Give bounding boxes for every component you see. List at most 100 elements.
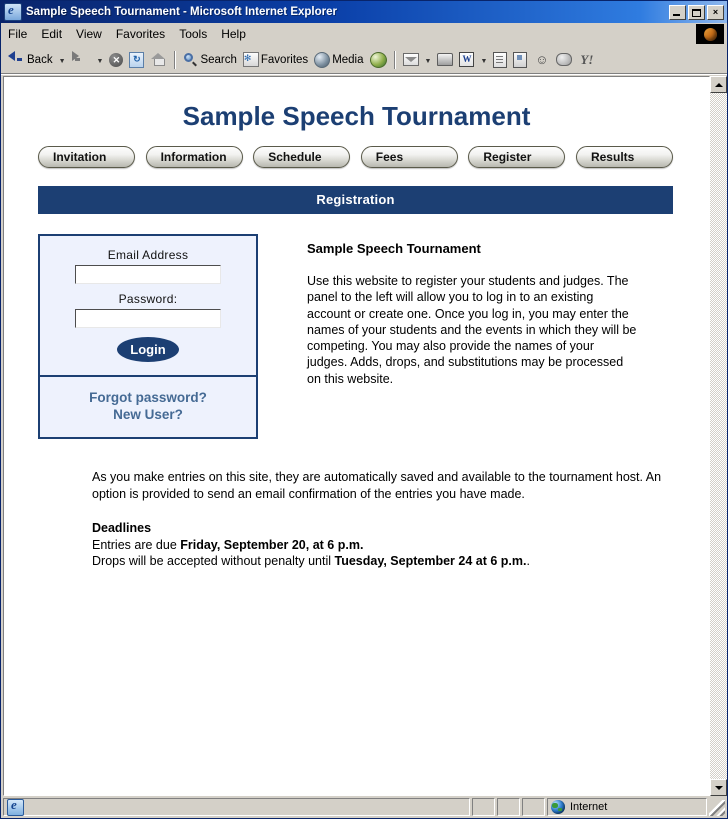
menu-bar: File Edit View Favorites Tools Help: [1, 23, 727, 46]
nav-label: Information: [160, 150, 227, 164]
scroll-down-button[interactable]: [710, 779, 727, 796]
search-button[interactable]: Search: [180, 49, 239, 71]
nav-button-results[interactable]: Results: [575, 146, 673, 168]
window-controls: ×: [669, 4, 725, 20]
menu-item-view[interactable]: View: [69, 25, 109, 43]
menu-item-tools[interactable]: Tools: [172, 25, 214, 43]
history-icon: [369, 51, 387, 68]
status-message-panel: [3, 797, 470, 816]
history-button[interactable]: [367, 49, 390, 71]
intro-body: Use this website to register your studen…: [307, 274, 637, 386]
ie-status-icon: [7, 797, 24, 816]
back-button-label: Back: [27, 53, 53, 66]
deadline-drops-suffix: .: [526, 554, 530, 568]
forgot-password-link[interactable]: Forgot password?: [40, 389, 256, 406]
nav-label: Register: [483, 150, 532, 164]
content-columns: Email Address Password: Login Forgot pas…: [4, 214, 709, 439]
edit-dropdown-chevron-down-icon[interactable]: ▼: [477, 58, 490, 65]
nav-label: Invitation: [53, 150, 107, 164]
email-label: Email Address: [107, 248, 189, 262]
section-banner: Registration: [38, 186, 673, 214]
back-arrow-icon: [8, 51, 25, 68]
status-bar: Internet: [1, 796, 727, 818]
home-button[interactable]: [147, 49, 170, 71]
favorites-star-icon: ✻: [242, 52, 259, 67]
menu-item-favorites[interactable]: Favorites: [109, 25, 172, 43]
vertical-scroll-track[interactable]: [710, 93, 727, 779]
nav-label: Fees: [375, 150, 404, 164]
deadline-drops-date: Tuesday, September 24 at 6 p.m.: [334, 554, 527, 568]
print-button[interactable]: [434, 49, 456, 71]
page-content-frame: Sample Speech Tournament Invitation Info…: [3, 76, 710, 796]
security-zone-panel: Internet: [547, 798, 707, 816]
email-input[interactable]: [75, 265, 221, 284]
forward-button[interactable]: [69, 49, 94, 71]
deadline-drops-prefix: Drops will be accepted without penalty u…: [92, 554, 335, 568]
nav-button-schedule[interactable]: Schedule: [253, 146, 351, 168]
status-panel-1: [472, 798, 495, 816]
window-title: Sample Speech Tournament - Microsoft Int…: [26, 6, 337, 18]
nav-button-information[interactable]: Information: [145, 146, 243, 168]
media-button-label: Media: [332, 53, 364, 66]
resize-grip[interactable]: [709, 800, 725, 816]
login-button[interactable]: Login: [117, 337, 179, 362]
media-button[interactable]: Media: [311, 49, 366, 71]
menu-item-edit[interactable]: Edit: [34, 25, 69, 43]
password-label: Password:: [118, 292, 178, 306]
research-button[interactable]: ☺: [530, 49, 553, 71]
nav-button-invitation[interactable]: Invitation: [38, 146, 135, 168]
menu-item-help[interactable]: Help: [214, 25, 253, 43]
search-icon: [183, 52, 198, 67]
menu-item-file[interactable]: File: [1, 25, 34, 43]
media-icon: [314, 51, 331, 68]
nav-button-register[interactable]: Register: [468, 146, 566, 168]
refresh-button[interactable]: ↻: [126, 49, 147, 71]
search-button-label: Search: [200, 53, 237, 66]
lower-content: As you make entries on this site, they a…: [4, 469, 709, 570]
edit-button[interactable]: [490, 49, 510, 71]
yahoo-button[interactable]: Y!: [575, 49, 598, 71]
login-links: Forgot password? New User?: [40, 377, 256, 437]
person-icon: ☺: [535, 52, 549, 67]
favorites-button-label: Favorites: [260, 53, 309, 66]
scroll-up-button[interactable]: [710, 76, 727, 93]
browser-viewport: Sample Speech Tournament Invitation Info…: [1, 74, 727, 796]
vertical-scrollbar[interactable]: [710, 76, 727, 796]
minimize-button[interactable]: [669, 4, 686, 20]
password-input[interactable]: [75, 309, 221, 328]
mail-icon: [402, 53, 419, 66]
mail-button[interactable]: [400, 49, 422, 71]
nav-button-fees[interactable]: Fees: [360, 146, 458, 168]
nav-label: Results: [590, 150, 635, 164]
close-button[interactable]: ×: [707, 4, 724, 20]
nav-label: Schedule: [268, 150, 322, 164]
forward-dropdown-chevron-down-icon[interactable]: ▼: [94, 58, 107, 65]
maximize-button[interactable]: [688, 4, 705, 20]
stop-button[interactable]: ✕: [106, 49, 126, 71]
edit-word-button[interactable]: W: [456, 49, 477, 71]
mail-dropdown-chevron-down-icon[interactable]: ▼: [422, 58, 435, 65]
edit-document-icon: [493, 51, 508, 68]
intro-column: Sample Speech Tournament Use this websit…: [258, 234, 673, 439]
intro-heading: Sample Speech Tournament: [307, 241, 481, 256]
site-navigation: Invitation Information Schedule Fees Reg…: [4, 146, 709, 168]
login-panel: Email Address Password: Login Forgot pas…: [38, 234, 258, 439]
browser-window: Sample Speech Tournament - Microsoft Int…: [0, 0, 728, 819]
home-icon: [150, 51, 167, 68]
back-button[interactable]: Back: [5, 49, 56, 71]
favorites-button[interactable]: ✻ Favorites: [240, 49, 311, 71]
discuss-button[interactable]: [510, 49, 530, 71]
new-user-link[interactable]: New User?: [40, 406, 256, 423]
globe-icon: [551, 800, 565, 814]
deadline-entries-date: Friday, September 20, at 6 p.m.: [180, 537, 364, 552]
notice-paragraph: As you make entries on this site, they a…: [92, 470, 662, 501]
deadline-entries-prefix: Entries are due: [92, 537, 181, 552]
back-dropdown-chevron-down-icon[interactable]: ▼: [56, 58, 69, 65]
messenger-button[interactable]: [553, 49, 575, 71]
deadline-drops: Drops will be accepted without penalty u…: [92, 553, 665, 570]
status-panel-3: [522, 798, 545, 816]
toolbar-separator: [393, 50, 396, 69]
refresh-icon: ↻: [129, 51, 145, 68]
deadlines-heading: Deadlines: [92, 521, 152, 535]
word-icon: W: [459, 52, 475, 67]
